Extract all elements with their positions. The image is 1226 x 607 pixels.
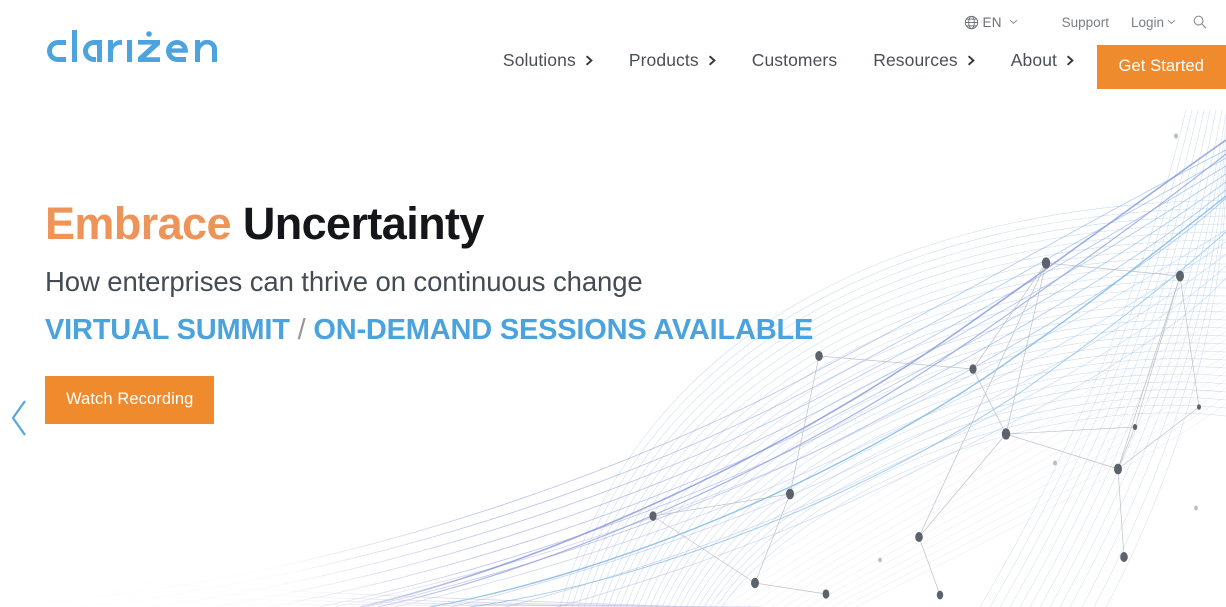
nav-label: Solutions <box>502 50 576 70</box>
hero-subtitle: How enterprises can thrive on continuous… <box>45 266 643 298</box>
chevron-right-icon <box>699 55 716 66</box>
utility-bar: EN Support Login <box>964 10 1209 34</box>
login-label: Login <box>1130 14 1164 30</box>
support-link[interactable]: Support <box>1062 15 1109 30</box>
hero-content: Embrace Uncertainty How enterprises can … <box>45 200 813 425</box>
nav-label: Resources <box>873 50 958 70</box>
clarizen-logo[interactable] <box>45 28 237 72</box>
login-menu[interactable]: Login <box>1131 15 1176 30</box>
nav-label: Customers <box>751 50 838 70</box>
nav-item-customers[interactable]: Customers <box>752 50 838 71</box>
nav-item-products[interactable]: Products <box>629 50 716 71</box>
hero-title: Embrace Uncertainty <box>45 200 813 247</box>
chevron-down-icon <box>1164 19 1176 25</box>
globe-icon <box>964 15 979 30</box>
hero-kicker-separator: / <box>297 314 306 347</box>
chevron-right-icon <box>958 55 975 66</box>
nav-item-about[interactable]: About <box>1011 50 1074 71</box>
language-selector[interactable]: EN <box>964 15 1018 30</box>
main-navigation: Solutions Products Customers Resources A… <box>503 50 1074 71</box>
nav-label: About <box>1010 50 1057 70</box>
nav-label: Products <box>628 50 699 70</box>
hero-title-rest: Uncertainty <box>242 198 485 249</box>
hero-title-accent: Embrace <box>45 198 232 249</box>
chevron-down-icon <box>1006 19 1018 25</box>
chevron-left-icon <box>8 398 36 438</box>
search-icon[interactable] <box>1192 14 1208 30</box>
hero-kicker: VIRTUAL SUMMIT / ON-DEMAND SESSIONS AVAI… <box>45 314 813 347</box>
nav-item-resources[interactable]: Resources <box>873 50 975 71</box>
nav-item-solutions[interactable]: Solutions <box>503 50 593 71</box>
chevron-right-icon <box>1057 55 1074 66</box>
hero-kicker-secondary: ON-DEMAND SESSIONS AVAILABLE <box>313 314 814 347</box>
chevron-right-icon <box>576 55 593 66</box>
language-code: EN <box>982 14 1002 30</box>
page-root: EN Support Login Solutions Products Cust… <box>0 0 1226 607</box>
watch-recording-button[interactable]: Watch Recording <box>45 376 215 425</box>
hero-kicker-primary: VIRTUAL SUMMIT <box>45 314 290 347</box>
carousel-prev-button[interactable] <box>8 398 36 438</box>
get-started-button[interactable]: Get Started <box>1096 45 1226 89</box>
